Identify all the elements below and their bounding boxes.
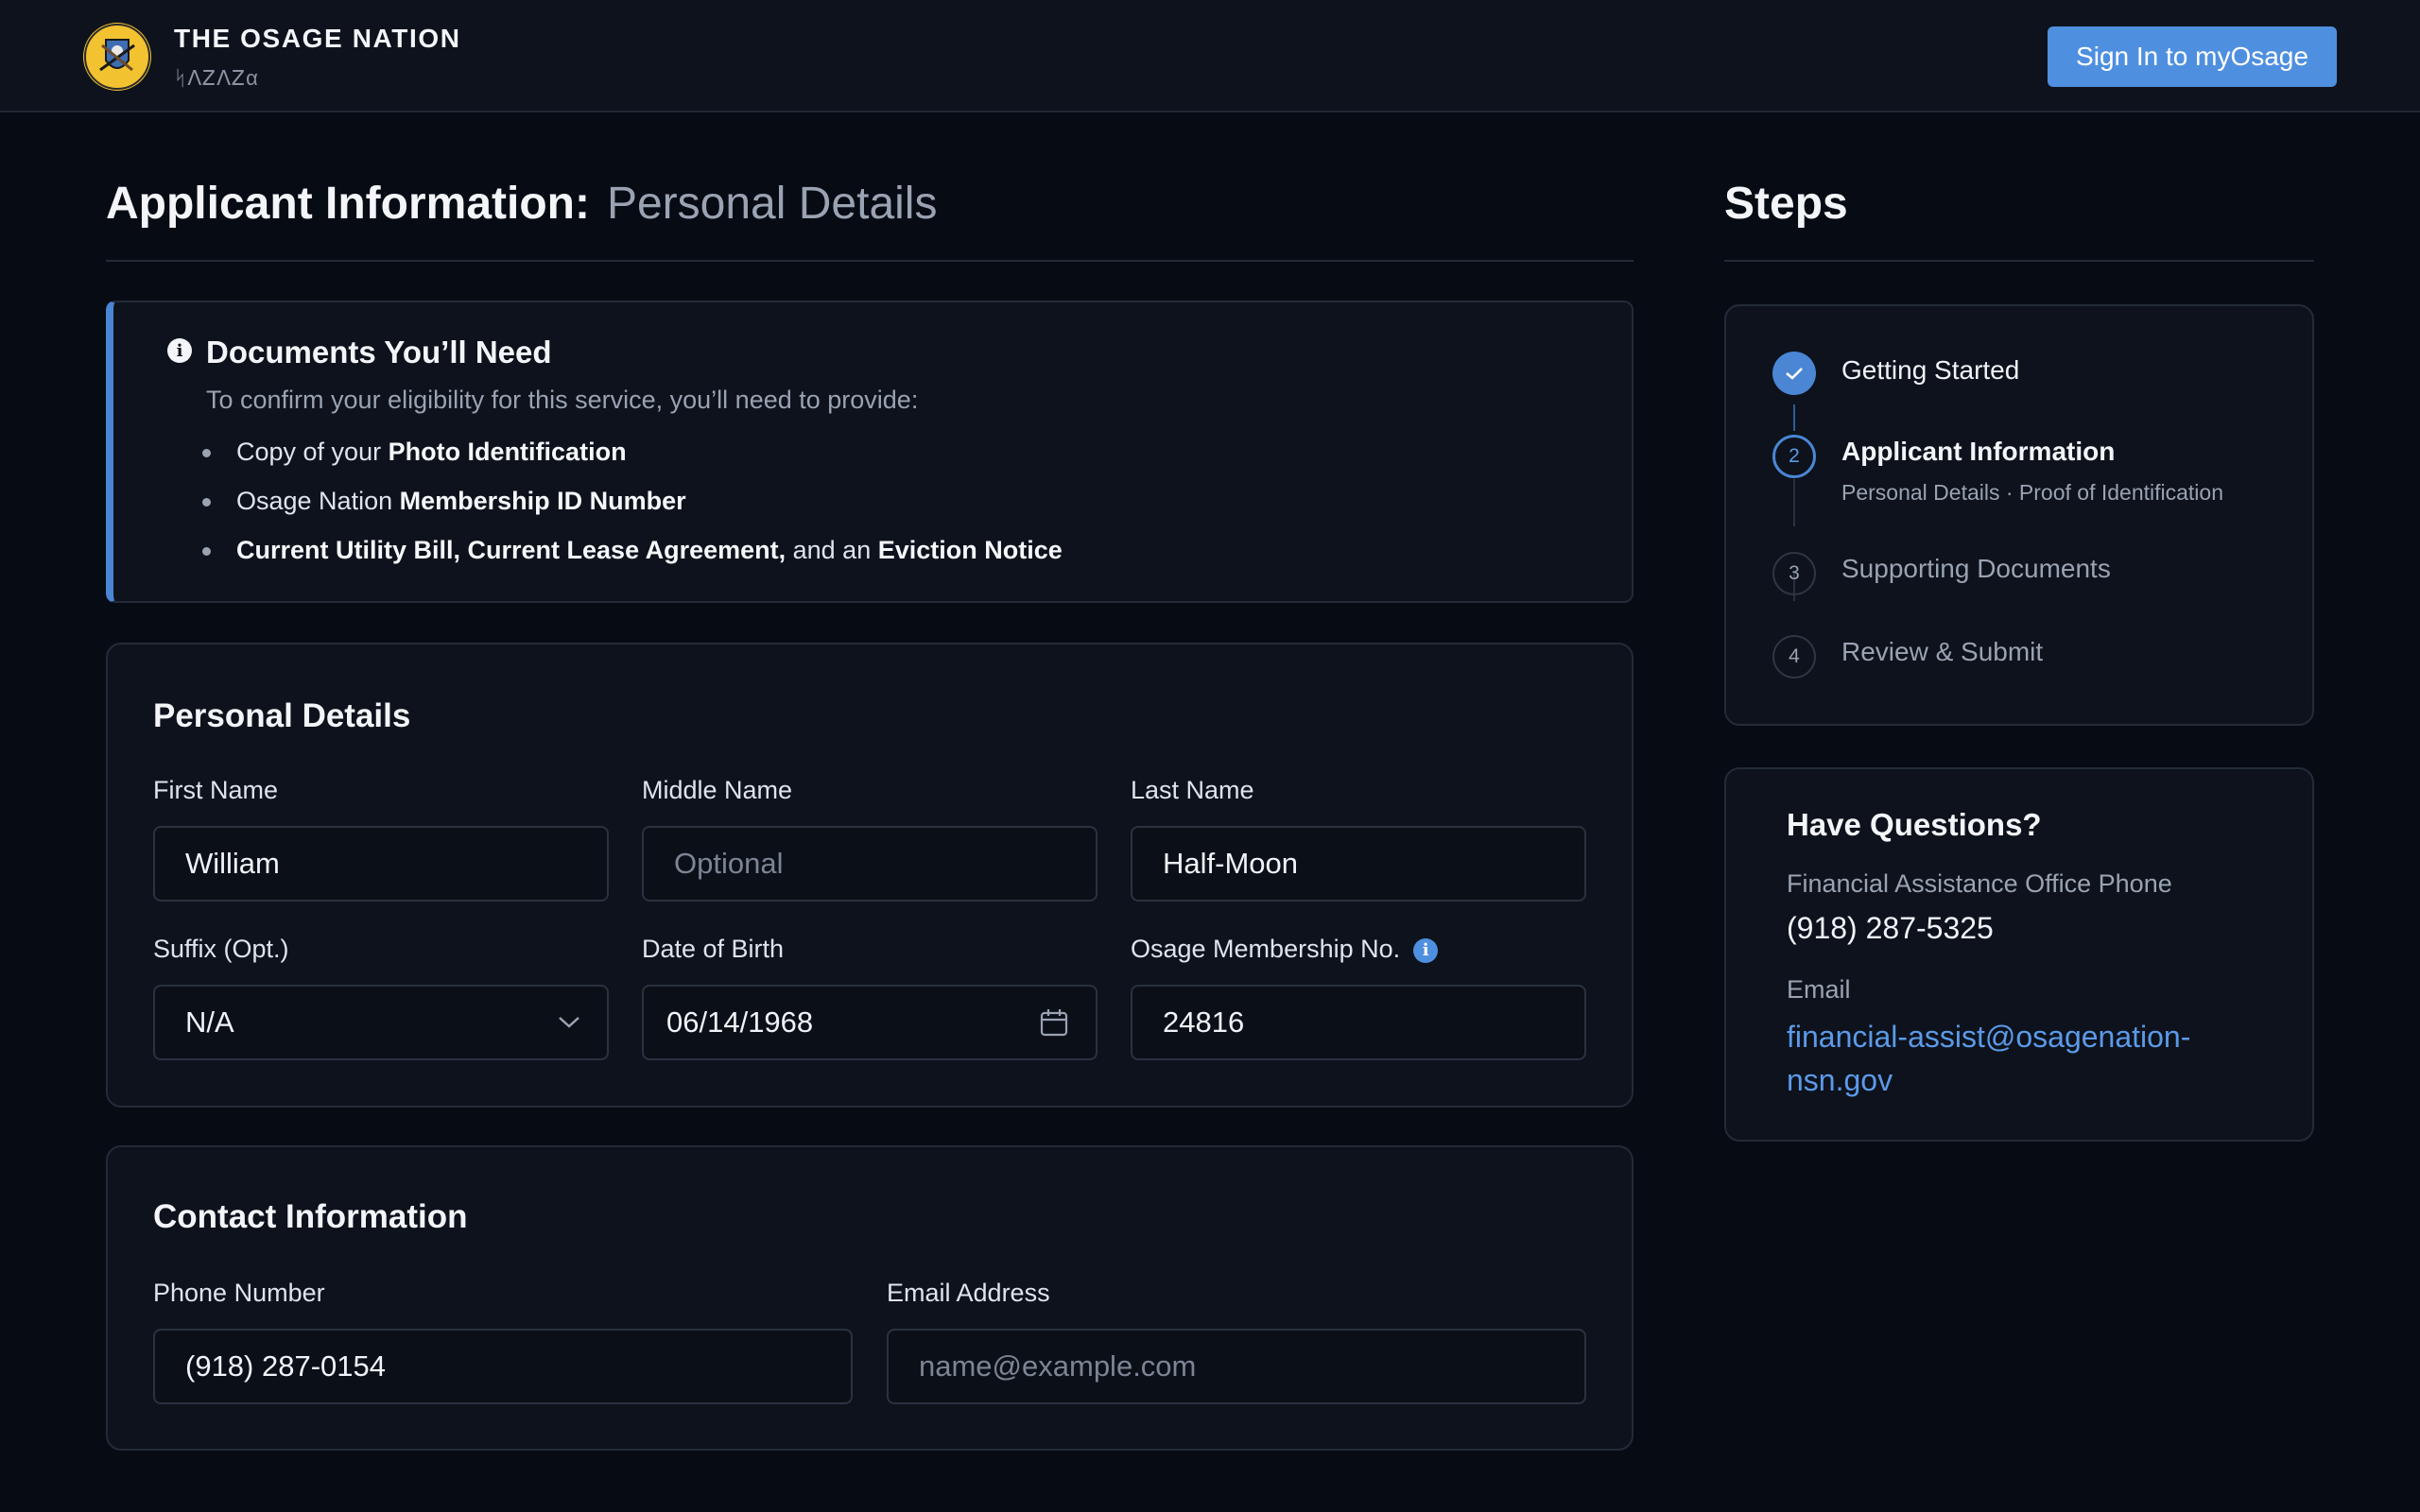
step-connector — [1793, 479, 1795, 526]
step-review-submit[interactable]: Review & Submit — [1841, 637, 2043, 667]
phone-label: Phone Number — [153, 1279, 325, 1307]
suffix-select[interactable]: N/A — [153, 985, 609, 1060]
documents-title: Documents You’ll Need — [206, 335, 552, 369]
document-item-text: Osage Nation — [236, 487, 400, 515]
check-icon — [1786, 368, 1803, 380]
office-email-link[interactable]: financial-assist@osagenation-nsn.gov — [1787, 1015, 2240, 1102]
questions-card: Have Questions? Financial Assistance Off… — [1724, 767, 2314, 1142]
documents-description: To confirm your eligibility for this ser… — [206, 386, 919, 414]
document-item-bold: Eviction Notice — [877, 536, 1063, 564]
email-label: Email — [1787, 975, 1851, 1004]
document-item-text: and an — [786, 536, 878, 564]
document-item-bold: Membership ID Number — [399, 487, 686, 515]
step-complete-indicator — [1772, 352, 1816, 395]
document-item-text: Copy of your — [236, 438, 389, 466]
info-icon: i — [167, 338, 192, 363]
membership-label: Osage Membership No. i — [1131, 935, 1439, 964]
step-number-3: 3 — [1772, 552, 1816, 595]
seal-graphic — [84, 24, 150, 90]
document-item: Copy of your Photo Identification — [202, 438, 627, 467]
osage-seal-logo[interactable] — [83, 23, 151, 91]
phone-label: Financial Assistance Office Phone — [1787, 869, 2172, 898]
document-item-bold: Current Utility Bill, Current Lease Agre… — [236, 536, 786, 564]
contact-information-title: Contact Information — [153, 1198, 468, 1235]
middle-name-label: Middle Name — [642, 776, 793, 804]
membership-input[interactable]: 24816 — [1131, 985, 1586, 1060]
steps-title: Steps — [1724, 179, 1848, 229]
suffix-value: N/A — [185, 1005, 234, 1039]
middle-name-input[interactable]: Optional — [642, 826, 1098, 902]
first-name-input[interactable]: William — [153, 826, 609, 902]
page-title-main: Applicant Information: — [106, 179, 590, 229]
office-phone[interactable]: (918) 287-5325 — [1787, 911, 1994, 946]
dob-label: Date of Birth — [642, 935, 785, 963]
calendar-icon[interactable] — [1039, 1007, 1069, 1038]
step-connector — [1793, 404, 1795, 431]
page-subtitle: Personal Details — [606, 179, 938, 229]
suffix-label: Suffix (Opt.) — [153, 935, 289, 963]
steps-divider — [1724, 260, 2314, 262]
personal-details-title: Personal Details — [153, 697, 411, 734]
membership-label-text: Osage Membership No. — [1131, 935, 1401, 963]
page-title: Applicant Information: Personal Details — [106, 178, 937, 230]
dob-input[interactable]: 06/14/1968 — [642, 985, 1098, 1060]
title-divider — [106, 260, 1634, 262]
step-applicant-substeps: Personal Details · Proof of Identificati… — [1841, 480, 2223, 505]
first-name-label: First Name — [153, 776, 279, 804]
document-item: Osage Nation Membership ID Number — [202, 487, 686, 516]
contact-information-card: Contact Information Phone Number (918) 2… — [106, 1145, 1634, 1451]
help-icon[interactable]: i — [1413, 938, 1439, 963]
steps-card: Getting Started 2 Applicant Information … — [1724, 304, 2314, 726]
org-name-native: ᛋᐱᏃᐱᏃα — [174, 66, 259, 90]
step-number-4: 4 — [1772, 635, 1816, 679]
top-header: THE OSAGE NATION ᛋᐱᏃᐱᏃα Sign In to myOsa… — [0, 0, 2420, 112]
last-name-input[interactable]: Half-Moon — [1131, 826, 1586, 902]
email-input[interactable]: name@example.com — [887, 1329, 1586, 1404]
documents-notice: i Documents You’ll Need To confirm your … — [106, 301, 1634, 603]
chevron-down-icon — [558, 1016, 580, 1029]
personal-details-card: Personal Details First Name William Midd… — [106, 643, 1634, 1108]
bullet-dot — [202, 498, 211, 507]
dob-value: 06/14/1968 — [666, 1005, 814, 1039]
document-item-bold: Photo Identification — [388, 438, 627, 466]
bullet-dot — [202, 547, 211, 556]
document-item: Current Utility Bill, Current Lease Agre… — [202, 536, 1063, 565]
step-supporting-documents[interactable]: Supporting Documents — [1841, 554, 2111, 584]
org-name: THE OSAGE NATION — [174, 24, 461, 53]
questions-title: Have Questions? — [1787, 807, 2042, 842]
step-number-2: 2 — [1772, 435, 1816, 478]
email-label: Email Address — [887, 1279, 1050, 1307]
bullet-dot — [202, 449, 211, 457]
phone-input[interactable]: (918) 287-0154 — [153, 1329, 853, 1404]
step-getting-started[interactable]: Getting Started — [1841, 355, 2019, 386]
last-name-label: Last Name — [1131, 776, 1254, 804]
sign-in-button[interactable]: Sign In to myOsage — [2048, 26, 2337, 87]
step-applicant-information[interactable]: Applicant Information — [1841, 437, 2115, 467]
